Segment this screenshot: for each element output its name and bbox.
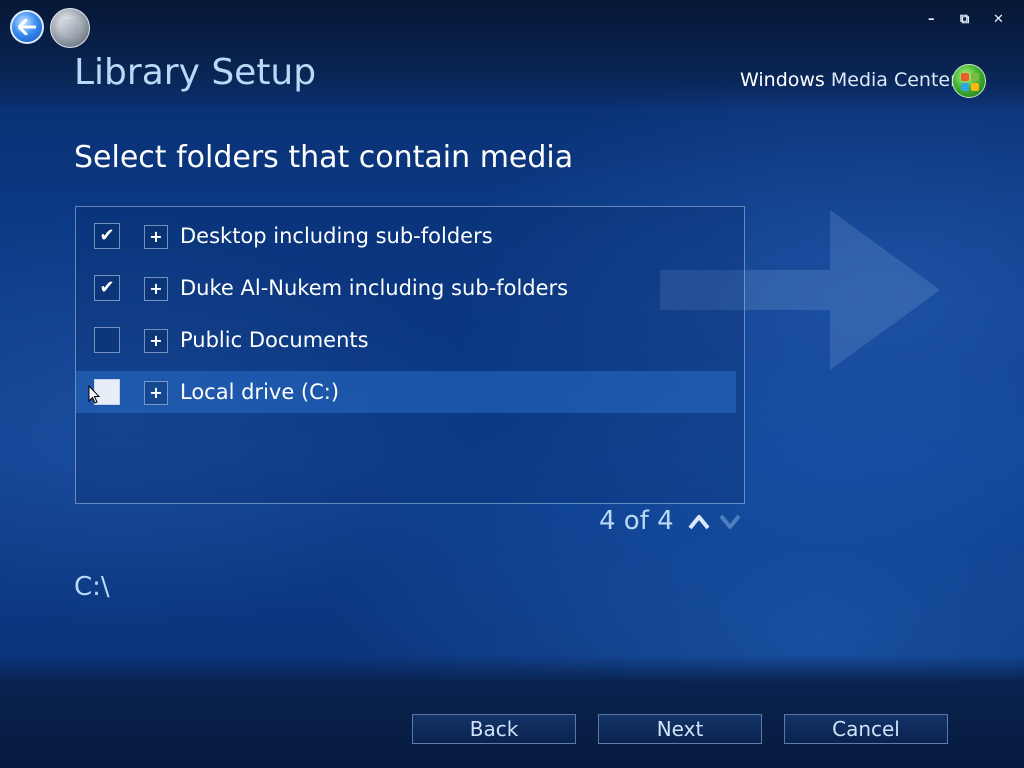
close-button[interactable]: ✕ <box>993 12 1004 27</box>
expand-icon[interactable]: + <box>144 225 168 249</box>
checkbox[interactable]: ✔ <box>94 275 120 301</box>
list-item[interactable]: + Public Documents <box>76 319 736 361</box>
folder-label: Public Documents <box>180 328 369 352</box>
page-title: Library Setup <box>74 52 317 93</box>
expand-icon[interactable]: + <box>144 381 168 405</box>
folder-label: Desktop including sub-folders <box>180 224 493 248</box>
checkbox[interactable]: ✔ <box>94 223 120 249</box>
cancel-button[interactable]: Cancel <box>784 714 948 744</box>
list-item[interactable]: + Local drive (C:) <box>76 371 736 413</box>
footer-band <box>0 655 1024 768</box>
expand-icon[interactable]: + <box>144 329 168 353</box>
windows-logo-icon <box>952 64 986 98</box>
expand-icon[interactable]: + <box>144 277 168 301</box>
section-heading: Select folders that contain media <box>74 140 574 175</box>
next-button[interactable]: Next <box>598 714 762 744</box>
back-button[interactable]: Back <box>412 714 576 744</box>
mouse-cursor-icon <box>88 385 100 404</box>
chevron-down-icon[interactable] <box>719 512 741 532</box>
pager-count: 4 of 4 <box>599 506 674 536</box>
start-orb-icon[interactable] <box>50 8 90 48</box>
brand-bold: Windows <box>740 69 825 91</box>
checkbox[interactable] <box>94 327 120 353</box>
chevron-up-icon[interactable] <box>688 512 710 532</box>
list-item[interactable]: ✔ + Duke Al-Nukem including sub-folders <box>76 267 736 309</box>
arrow-left-icon <box>18 19 36 35</box>
minimize-button[interactable]: – <box>928 12 935 27</box>
brand-name: Windows Media Center <box>740 69 958 91</box>
folder-list: ✔ + Desktop including sub-folders ✔ + Du… <box>75 206 745 504</box>
current-path: C:\ <box>74 572 110 602</box>
folder-label: Duke Al-Nukem including sub-folders <box>180 276 569 300</box>
folder-label: Local drive (C:) <box>180 380 340 404</box>
back-arrow-icon[interactable] <box>10 10 44 44</box>
restore-button[interactable]: ⧉ <box>960 12 969 27</box>
list-item[interactable]: ✔ + Desktop including sub-folders <box>76 215 736 257</box>
brand-light: Media Center <box>830 69 958 91</box>
